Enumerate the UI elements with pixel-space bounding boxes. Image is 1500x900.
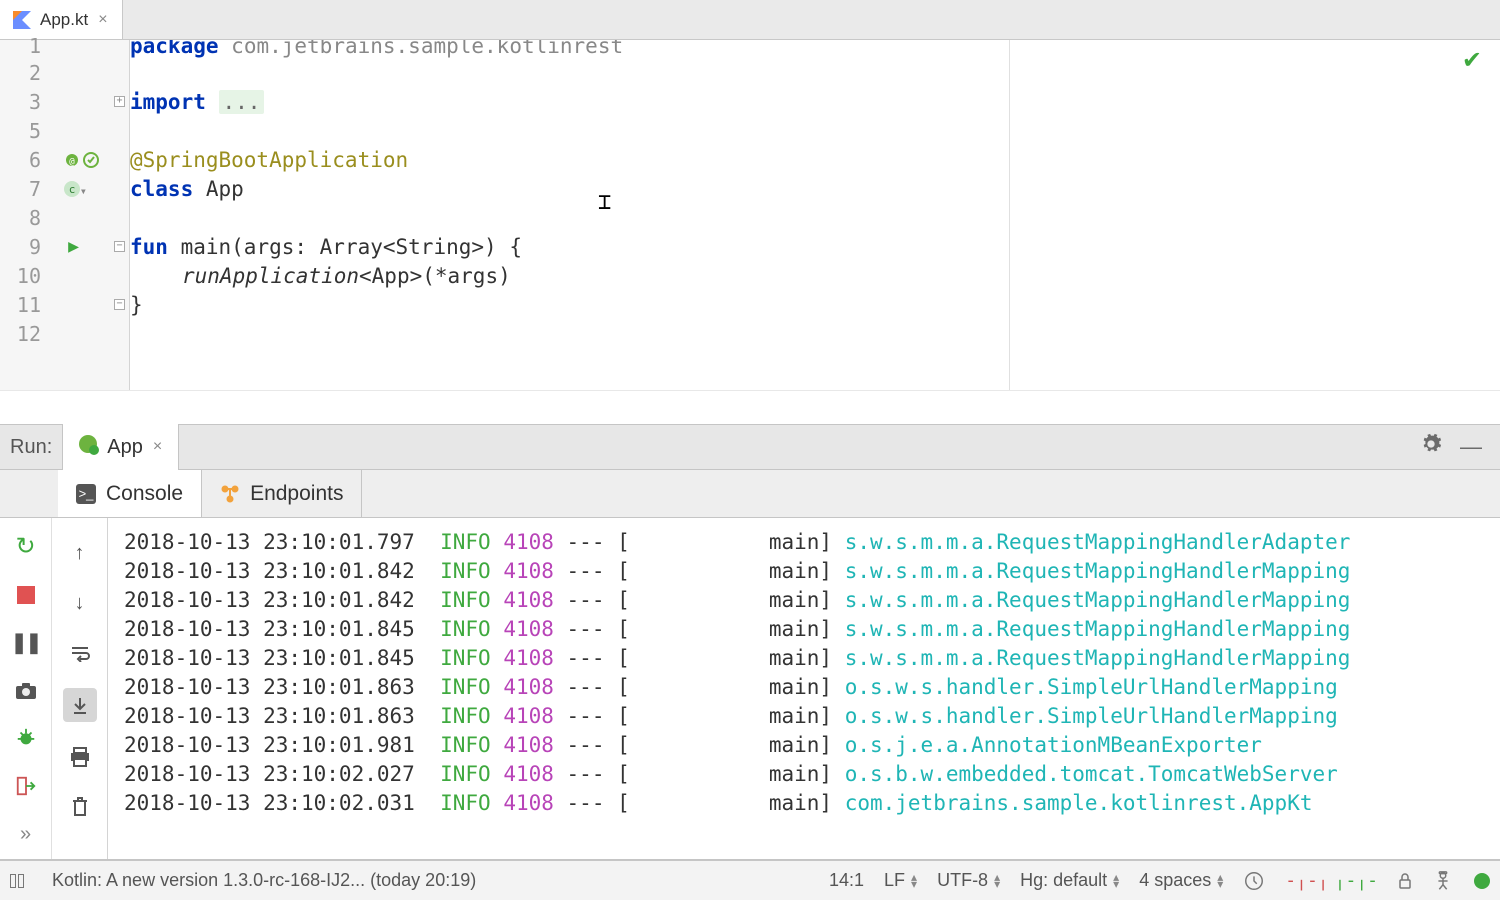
run-toolwindow-header: Run: App × — <box>0 424 1500 470</box>
minimize-icon[interactable]: — <box>1460 434 1482 460</box>
soft-wrap-button[interactable] <box>65 638 95 668</box>
read-only-lock-icon[interactable] <box>1398 873 1412 889</box>
tab-endpoints-label: Endpoints <box>250 482 343 506</box>
gear-icon[interactable] <box>1420 433 1442 461</box>
print-button[interactable] <box>65 742 95 772</box>
memory-indicator-icon[interactable] <box>1243 870 1265 892</box>
kotlin-file-icon <box>12 10 32 30</box>
scroll-down-button[interactable]: ↓ <box>65 588 95 618</box>
svg-text:c: c <box>69 183 76 196</box>
console-output[interactable]: 2018-10-13 23:10:01.797 INFO 4108 --- [ … <box>108 518 1500 859</box>
endpoints-icon <box>220 484 240 504</box>
vcs-branch[interactable]: Hg: default▴▾ <box>1020 870 1119 891</box>
tab-endpoints[interactable]: Endpoints <box>202 470 362 517</box>
line-number: 5 <box>29 119 41 143</box>
caret-position[interactable]: 14:1 <box>829 870 864 891</box>
console-icon: >_ <box>76 484 96 504</box>
import-kw: import <box>130 90 206 114</box>
line-number: 3 <box>29 90 41 114</box>
svg-text:@: @ <box>69 157 75 167</box>
exit-button[interactable] <box>11 771 41 801</box>
editor-bottom-gap <box>0 390 1500 424</box>
kotlin-class-icon[interactable]: c <box>63 180 81 198</box>
run-application-call: runApplication <box>182 264 359 288</box>
line-number: 2 <box>29 61 41 85</box>
dump-threads-button[interactable] <box>11 676 41 706</box>
vcs-changes-icon[interactable]: -╷-╷ ╷-╷- <box>1285 870 1378 891</box>
run-action-rail: ↻ ❚❚ » <box>0 518 52 859</box>
console-action-rail: ↑ ↓ <box>52 518 108 859</box>
run-toolwindow-body: ↻ ❚❚ » ↑ ↓ 2018-10-13 23:10:01.797 INFO … <box>0 518 1500 860</box>
file-tab-label: App.kt <box>40 10 88 30</box>
code-area[interactable]: package com.jetbrains.sample.kotlinrest … <box>130 40 1500 390</box>
fold-collapse-icon[interactable]: − <box>114 299 125 310</box>
tab-console[interactable]: >_ Console <box>58 470 202 517</box>
scroll-up-button[interactable]: ↑ <box>65 538 95 568</box>
more-actions-button[interactable]: » <box>11 819 41 849</box>
close-icon[interactable]: × <box>96 11 109 29</box>
annotation: @SpringBootApplication <box>130 148 408 172</box>
editor-tabbar: App.kt × <box>0 0 1500 40</box>
fold-expand-icon[interactable]: + <box>114 96 125 107</box>
fun-kw: fun <box>130 235 168 259</box>
line-number: 11 <box>17 293 41 317</box>
code-editor[interactable]: ✔ 1 2 3 + 5 6 @ 7 c ▾ 8 9 ▶ − 10 11 − 12… <box>0 40 1500 390</box>
run-subtabs: >_ Console Endpoints <box>0 470 1500 518</box>
attach-debugger-button[interactable] <box>11 723 41 753</box>
editor-gutter[interactable]: 1 2 3 + 5 6 @ 7 c ▾ 8 9 ▶ − 10 11 − 12 <box>0 40 130 390</box>
folded-imports[interactable]: ... <box>219 90 265 114</box>
tab-console-label: Console <box>106 482 183 506</box>
text-caret-icon: ⌶ <box>598 190 611 215</box>
status-message[interactable]: Kotlin: A new version 1.3.0-rc-168-IJ2..… <box>52 870 476 891</box>
line-separator[interactable]: LF▴▾ <box>884 870 917 891</box>
pause-button[interactable]: ❚❚ <box>11 628 41 658</box>
line-number: 9 <box>29 235 41 259</box>
clear-all-button[interactable] <box>65 792 95 822</box>
package-kw: package <box>130 40 219 58</box>
run-config-tab[interactable]: App × <box>62 424 179 470</box>
spring-run-icon <box>77 433 99 461</box>
main-signature: main(args: Array<String>) { <box>181 235 522 259</box>
run-gutter-icon[interactable]: ▶ <box>68 236 79 257</box>
run-config-name: App <box>107 436 143 459</box>
close-brace: } <box>130 293 143 317</box>
file-tab[interactable]: App.kt × <box>0 0 123 39</box>
package-value: com.jetbrains.sample.kotlinrest <box>231 40 623 58</box>
line-number: 6 <box>29 148 41 172</box>
toolwindow-quickaccess-icon[interactable] <box>10 874 24 888</box>
run-application-args: <App>(*args) <box>359 264 511 288</box>
close-icon[interactable]: × <box>151 438 164 456</box>
rerun-button[interactable]: ↻ <box>11 532 41 562</box>
line-number: 1 <box>29 34 41 58</box>
chevron-down-icon[interactable]: ▾ <box>80 184 87 198</box>
scroll-to-end-button[interactable] <box>63 688 97 722</box>
line-number: 8 <box>29 206 41 230</box>
file-encoding[interactable]: UTF-8▴▾ <box>937 870 1000 891</box>
inspection-profile-icon[interactable] <box>1432 870 1454 892</box>
background-tasks-ok-icon[interactable] <box>1474 873 1490 889</box>
status-bar: Kotlin: A new version 1.3.0-rc-168-IJ2..… <box>0 860 1500 900</box>
line-number: 10 <box>17 264 41 288</box>
line-number: 7 <box>29 177 41 201</box>
fold-collapse-icon[interactable]: − <box>114 241 125 252</box>
stop-button[interactable] <box>11 580 41 610</box>
run-label: Run: <box>6 436 52 459</box>
spring-bean-icons[interactable]: @ <box>64 152 99 168</box>
class-name: App <box>206 177 244 201</box>
class-kw: class <box>130 177 193 201</box>
indent-settings[interactable]: 4 spaces▴▾ <box>1139 870 1223 891</box>
line-number: 12 <box>17 322 41 346</box>
